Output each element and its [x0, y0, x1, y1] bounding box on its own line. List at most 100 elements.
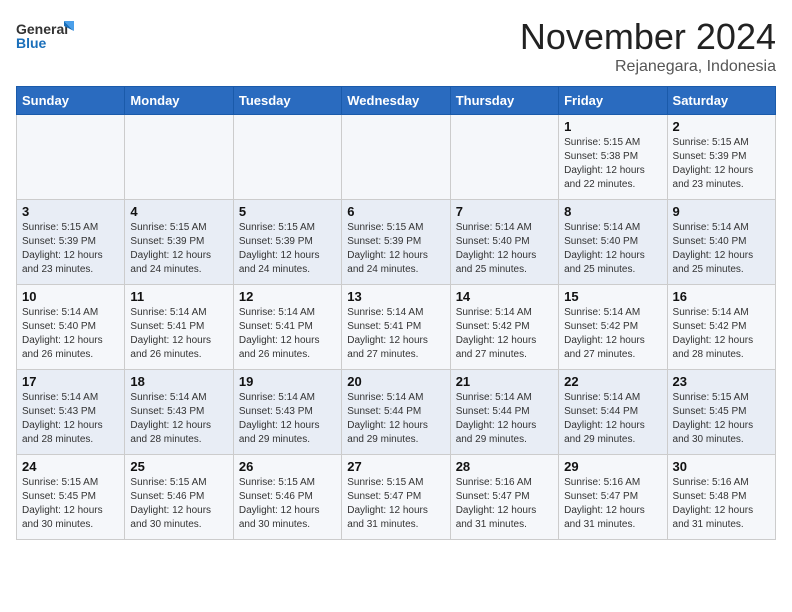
cell-content: Sunrise: 5:14 AM Sunset: 5:41 PM Dayligh… — [239, 306, 336, 362]
calendar-cell: 19Sunrise: 5:14 AM Sunset: 5:43 PM Dayli… — [233, 370, 341, 455]
cell-content: Sunrise: 5:15 AM Sunset: 5:38 PM Dayligh… — [564, 136, 661, 192]
calendar-header-row: SundayMondayTuesdayWednesdayThursdayFrid… — [17, 87, 776, 115]
day-number: 22 — [564, 374, 661, 389]
day-number: 14 — [456, 289, 553, 304]
day-number: 7 — [456, 204, 553, 219]
day-number: 12 — [239, 289, 336, 304]
calendar-cell: 22 Sunrise: 5:14 AM Sunset: 5:44 PM Dayli… — [559, 370, 667, 455]
cell-content: Sunrise: 5:14 AM Sunset: 5:43 PM Dayligh… — [239, 391, 336, 447]
cell-content: Sunrise: 5:14 AM Sunset: 5:44 PM Dayligh… — [564, 391, 661, 447]
calendar-cell — [342, 115, 450, 200]
calendar-week-row: 3 Sunrise: 5:15 AM Sunset: 5:39 PM Daylig… — [17, 200, 776, 285]
calendar-cell: 6Sunrise: 5:15 AM Sunset: 5:39 PM Daylig… — [342, 200, 450, 285]
calendar-week-row: 1 Sunrise: 5:15 AM Sunset: 5:38 PM Daylig… — [17, 115, 776, 200]
cell-content: Sunrise: 5:15 AM Sunset: 5:39 PM Dayligh… — [673, 136, 770, 192]
cell-content: Sunrise: 5:15 AM Sunset: 5:39 PM Dayligh… — [239, 221, 336, 277]
cell-content: Sunrise: 5:15 AM Sunset: 5:45 PM Dayligh… — [673, 391, 770, 447]
day-number: 24 — [22, 459, 119, 474]
cell-content: Sunrise: 5:14 AM Sunset: 5:40 PM Dayligh… — [456, 221, 553, 277]
calendar-cell: 14 Sunrise: 5:14 AM Sunset: 5:42 PM Dayli… — [450, 285, 558, 370]
day-number: 20 — [347, 374, 444, 389]
cell-content: Sunrise: 5:15 AM Sunset: 5:39 PM Dayligh… — [22, 221, 119, 277]
calendar-cell: 26 Sunrise: 5:15 AM Sunset: 5:46 PM Dayli… — [233, 455, 341, 540]
day-of-week-header: Saturday — [667, 87, 775, 115]
calendar-cell: 16 Sunrise: 5:14 AM Sunset: 5:42 PM Dayli… — [667, 285, 775, 370]
calendar-cell: 1 Sunrise: 5:15 AM Sunset: 5:38 PM Daylig… — [559, 115, 667, 200]
cell-content: Sunrise: 5:16 AM Sunset: 5:47 PM Dayligh… — [564, 476, 661, 532]
calendar-cell: 3 Sunrise: 5:15 AM Sunset: 5:39 PM Daylig… — [17, 200, 125, 285]
cell-content: Sunrise: 5:15 AM Sunset: 5:46 PM Dayligh… — [130, 476, 227, 532]
calendar-cell: 30 Sunrise: 5:16 AM Sunset: 5:48 PM Dayli… — [667, 455, 775, 540]
calendar-cell: 21 Sunrise: 5:14 AM Sunset: 5:44 PM Dayli… — [450, 370, 558, 455]
day-number: 18 — [130, 374, 227, 389]
day-number: 4 — [130, 204, 227, 219]
day-of-week-header: Wednesday — [342, 87, 450, 115]
cell-content: Sunrise: 5:14 AM Sunset: 5:44 PM Dayligh… — [456, 391, 553, 447]
calendar-body: 1 Sunrise: 5:15 AM Sunset: 5:38 PM Daylig… — [17, 115, 776, 540]
cell-content: Sunrise: 5:14 AM Sunset: 5:42 PM Dayligh… — [456, 306, 553, 362]
day-number: 13 — [347, 289, 444, 304]
day-of-week-header: Thursday — [450, 87, 558, 115]
calendar-cell: 5 Sunrise: 5:15 AM Sunset: 5:39 PM Daylig… — [233, 200, 341, 285]
day-number: 10 — [22, 289, 119, 304]
cell-content: Sunrise: 5:15 AM Sunset: 5:46 PM Dayligh… — [239, 476, 336, 532]
calendar-cell — [17, 115, 125, 200]
cell-content: Sunrise: 5:14 AM Sunset: 5:43 PM Dayligh… — [22, 391, 119, 447]
calendar-week-row: 17 Sunrise: 5:14 AM Sunset: 5:43 PM Dayli… — [17, 370, 776, 455]
day-number: 17 — [22, 374, 119, 389]
cell-content: Sunrise: 5:15 AM Sunset: 5:47 PM Dayligh… — [347, 476, 444, 532]
day-number: 6 — [347, 204, 444, 219]
calendar-cell — [233, 115, 341, 200]
calendar-cell: 11 Sunrise: 5:14 AM Sunset: 5:41 PM Dayli… — [125, 285, 233, 370]
cell-content: Sunrise: 5:16 AM Sunset: 5:48 PM Dayligh… — [673, 476, 770, 532]
month-title: November 2024 — [520, 16, 776, 58]
day-of-week-header: Monday — [125, 87, 233, 115]
logo: General Blue — [16, 16, 76, 51]
day-number: 2 — [673, 119, 770, 134]
day-number: 8 — [564, 204, 661, 219]
calendar-cell: 10 Sunrise: 5:14 AM Sunset: 5:40 PM Dayli… — [17, 285, 125, 370]
calendar-table: SundayMondayTuesdayWednesdayThursdayFrid… — [16, 86, 776, 540]
calendar-cell: 2 Sunrise: 5:15 AM Sunset: 5:39 PM Daylig… — [667, 115, 775, 200]
calendar-cell: 23 Sunrise: 5:15 AM Sunset: 5:45 PM Dayli… — [667, 370, 775, 455]
day-number: 3 — [22, 204, 119, 219]
day-number: 27 — [347, 459, 444, 474]
calendar-week-row: 24Sunrise: 5:15 AM Sunset: 5:45 PM Dayli… — [17, 455, 776, 540]
day-of-week-header: Tuesday — [233, 87, 341, 115]
day-number: 25 — [130, 459, 227, 474]
day-number: 1 — [564, 119, 661, 134]
calendar-cell: 7 Sunrise: 5:14 AM Sunset: 5:40 PM Daylig… — [450, 200, 558, 285]
day-number: 9 — [673, 204, 770, 219]
day-of-week-header: Sunday — [17, 87, 125, 115]
calendar-cell: 9 Sunrise: 5:14 AM Sunset: 5:40 PM Daylig… — [667, 200, 775, 285]
calendar-cell — [450, 115, 558, 200]
calendar-cell: 24Sunrise: 5:15 AM Sunset: 5:45 PM Dayli… — [17, 455, 125, 540]
cell-content: Sunrise: 5:14 AM Sunset: 5:42 PM Dayligh… — [673, 306, 770, 362]
calendar-cell: 25 Sunrise: 5:15 AM Sunset: 5:46 PM Dayli… — [125, 455, 233, 540]
day-number: 30 — [673, 459, 770, 474]
day-number: 26 — [239, 459, 336, 474]
cell-content: Sunrise: 5:14 AM Sunset: 5:41 PM Dayligh… — [130, 306, 227, 362]
calendar-cell: 18 Sunrise: 5:14 AM Sunset: 5:43 PM Dayli… — [125, 370, 233, 455]
day-number: 21 — [456, 374, 553, 389]
day-number: 28 — [456, 459, 553, 474]
cell-content: Sunrise: 5:14 AM Sunset: 5:42 PM Dayligh… — [564, 306, 661, 362]
header: General Blue November 2024 Rejanegara, I… — [16, 16, 776, 76]
cell-content: Sunrise: 5:14 AM Sunset: 5:40 PM Dayligh… — [673, 221, 770, 277]
day-of-week-header: Friday — [559, 87, 667, 115]
cell-content: Sunrise: 5:15 AM Sunset: 5:39 PM Dayligh… — [130, 221, 227, 277]
day-number: 5 — [239, 204, 336, 219]
day-number: 15 — [564, 289, 661, 304]
cell-content: Sunrise: 5:14 AM Sunset: 5:43 PM Dayligh… — [130, 391, 227, 447]
day-number: 29 — [564, 459, 661, 474]
svg-text:Blue: Blue — [16, 35, 47, 51]
calendar-cell: 20Sunrise: 5:14 AM Sunset: 5:44 PM Dayli… — [342, 370, 450, 455]
logo-icon: General Blue — [16, 16, 76, 51]
day-number: 11 — [130, 289, 227, 304]
calendar-cell: 13Sunrise: 5:14 AM Sunset: 5:41 PM Dayli… — [342, 285, 450, 370]
cell-content: Sunrise: 5:14 AM Sunset: 5:40 PM Dayligh… — [22, 306, 119, 362]
title-area: November 2024 Rejanegara, Indonesia — [520, 16, 776, 76]
day-number: 16 — [673, 289, 770, 304]
calendar-week-row: 10 Sunrise: 5:14 AM Sunset: 5:40 PM Dayli… — [17, 285, 776, 370]
day-number: 23 — [673, 374, 770, 389]
